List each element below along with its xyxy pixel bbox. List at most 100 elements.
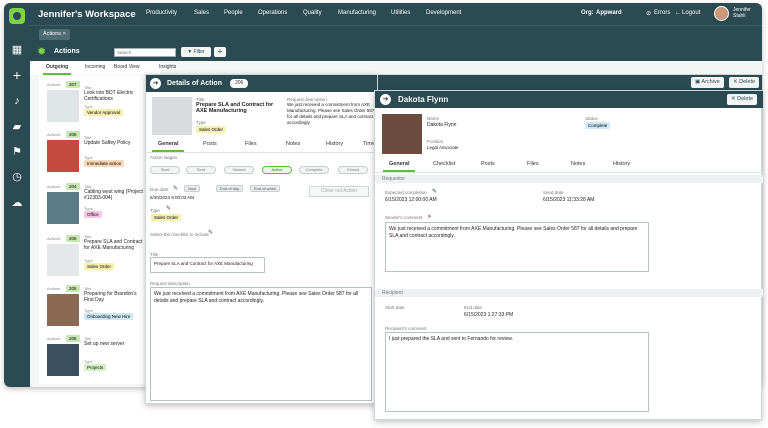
list-item[interactable]: Action# 206 Title Update Saftey Policy T… xyxy=(39,128,151,178)
send-date-label: Send date xyxy=(543,190,564,195)
action-id-label: Action# xyxy=(47,184,61,189)
tab-notes[interactable]: Notes xyxy=(286,141,300,147)
recipient-header: ➜ Dakota Flynn ✕ Delete xyxy=(375,91,763,108)
stage-sent[interactable]: Sent xyxy=(186,166,216,174)
arrow-right-icon[interactable]: ➜ xyxy=(380,94,391,105)
title-field[interactable]: Prepare SLA and Contract for AXE Manufac… xyxy=(150,257,265,273)
actions-bar: ✹ Actions ▼ Filter + xyxy=(30,43,762,61)
delete-label: Delete xyxy=(739,79,756,85)
action-title: Prepare SLA and Contract for AXE Manufac… xyxy=(84,239,143,251)
nav-operations[interactable]: Operations xyxy=(258,10,287,16)
recipient-position: Legal Associate xyxy=(427,145,459,150)
divider xyxy=(375,172,763,173)
cloud-upload-icon[interactable]: ☁ xyxy=(11,197,23,209)
tab-posts[interactable]: Posts xyxy=(203,141,217,147)
action-thumbnail xyxy=(47,244,79,276)
logout-icon[interactable]: ← xyxy=(675,10,681,16)
action-id-label: Action# xyxy=(47,132,61,137)
org-name[interactable]: Appward xyxy=(596,10,622,16)
list-item[interactable]: Action# 204 Title Cabling west wing (Pro… xyxy=(39,180,151,230)
action-id-label: Action# xyxy=(47,82,61,87)
expected-completion-value: 6/15/2023 12:00:00 AM xyxy=(385,197,437,203)
tab-board-view[interactable]: Board View xyxy=(114,64,139,70)
search-input[interactable] xyxy=(114,48,176,57)
delete-recipient-button[interactable]: ✕ Delete xyxy=(727,94,758,105)
stage-active[interactable]: Active xyxy=(262,166,292,174)
stage-start[interactable]: Start xyxy=(150,166,180,174)
send-date-value: 6/15/2023 11:33:28 AM xyxy=(543,197,595,203)
list-item[interactable]: Action# 205 Title Set up new server Type… xyxy=(39,332,151,382)
nav-sales[interactable]: Sales xyxy=(194,10,209,16)
bell-icon[interactable]: ♪ xyxy=(11,95,23,107)
edit-icon[interactable]: ✎ xyxy=(208,229,213,236)
tab-insights[interactable]: Insights xyxy=(159,64,176,70)
details-panel: ➜ Details of Action 206 Title Prepare SL… xyxy=(145,74,378,404)
nav-utilities[interactable]: Utilities xyxy=(391,10,410,16)
plus-icon[interactable]: + xyxy=(11,68,23,82)
due-now-button[interactable]: Now xyxy=(184,185,201,192)
archive-label: Archive xyxy=(701,79,720,85)
stage-viewed[interactable]: Viewed xyxy=(224,166,254,174)
type-badge: Office xyxy=(84,211,102,218)
expected-completion-label: Expected completion xyxy=(385,190,427,195)
avatar[interactable] xyxy=(714,6,729,21)
errors-link[interactable]: Errors xyxy=(654,10,670,16)
tab-outgoing[interactable]: Outgoing xyxy=(46,64,68,70)
request-description-field[interactable]: We just received a commitment from AXE M… xyxy=(150,287,372,401)
due-date-value: 6/30/2023 9:00:03 AM xyxy=(150,195,195,200)
logout-link[interactable]: Logout xyxy=(682,10,700,16)
status-label: Status xyxy=(585,116,598,121)
recipient-comment-field[interactable]: I just prepared the SLA and sent to Fern… xyxy=(385,332,649,412)
stage-complete[interactable]: Complete xyxy=(299,166,329,174)
tab-chip-actions[interactable]: Actions × xyxy=(39,29,70,40)
tab-posts[interactable]: Posts xyxy=(481,161,495,167)
due-end-of-day-button[interactable]: End of day xyxy=(216,185,244,192)
request-description-value: We just received a commitment from AXE M… xyxy=(154,291,359,304)
nav-quality[interactable]: Quality xyxy=(303,10,322,16)
tab-general[interactable]: General xyxy=(389,161,409,167)
recipient-photo xyxy=(382,114,422,154)
chat-icon[interactable]: ▰ xyxy=(11,121,23,133)
nav-productivity[interactable]: Productivity xyxy=(146,10,177,16)
run-icon[interactable]: ⚑ xyxy=(11,146,23,158)
list-item[interactable]: Action# 205 Title Preparing for Brandon'… xyxy=(39,282,151,332)
stage-closed[interactable]: Closed xyxy=(338,166,368,174)
arrow-right-icon[interactable]: ➜ xyxy=(150,78,161,89)
close-out-action-button[interactable]: Close out Action xyxy=(309,186,369,197)
add-action-button[interactable]: + xyxy=(214,47,226,57)
action-id-label: Action# xyxy=(47,286,61,291)
tab-history[interactable]: History xyxy=(326,141,343,147)
delete-button[interactable]: ✕ Delete xyxy=(729,77,760,88)
filter-button[interactable]: ▼ Filter xyxy=(181,47,211,57)
send-icon[interactable]: ➤ xyxy=(427,213,432,220)
list-item[interactable]: Action# 206 Title Prepare SLA and Contra… xyxy=(39,232,151,282)
errors-icon[interactable]: ⊘ xyxy=(646,10,651,17)
recipient-panel: ➜ Dakota Flynn ✕ Delete Name Dakota Flyn… xyxy=(374,90,763,420)
action-number: 206 xyxy=(66,131,80,138)
checklist-label: Select the checklist to include xyxy=(150,232,210,237)
due-end-of-week-button[interactable]: End of week xyxy=(250,185,281,192)
nav-development[interactable]: Development xyxy=(426,10,461,16)
gear-icon: ✹ xyxy=(37,46,47,58)
tab-files[interactable]: Files xyxy=(245,141,257,147)
tab-history[interactable]: History xyxy=(613,161,630,167)
edit-icon[interactable]: ✎ xyxy=(432,188,437,195)
tab-checklist[interactable]: Checklist xyxy=(433,161,455,167)
recipient-section-label: Recipient xyxy=(375,289,763,297)
clock-icon[interactable]: ◷ xyxy=(11,171,23,183)
nav-manufacturing[interactable]: Manufacturing xyxy=(338,10,376,16)
tab-general[interactable]: General xyxy=(158,141,178,147)
grid-icon[interactable]: ▦ xyxy=(11,44,23,56)
position-label: Position xyxy=(427,139,444,144)
edit-icon[interactable]: ✎ xyxy=(166,205,171,212)
nav-people[interactable]: People xyxy=(224,10,243,16)
edit-icon[interactable]: ✎ xyxy=(173,185,178,192)
sender-comment-field[interactable]: We just received a commitment from AXE M… xyxy=(385,222,649,272)
tab-incoming[interactable]: Incoming xyxy=(85,64,105,70)
list-item[interactable]: Action# 207 Title Look into BDT Electric… xyxy=(39,78,151,128)
tab-outgoing-underline xyxy=(43,73,71,75)
tab-notes[interactable]: Notes xyxy=(571,161,585,167)
tab-files[interactable]: Files xyxy=(527,161,539,167)
app-logo[interactable] xyxy=(9,8,25,24)
archive-button[interactable]: ▣ Archive xyxy=(691,77,724,88)
